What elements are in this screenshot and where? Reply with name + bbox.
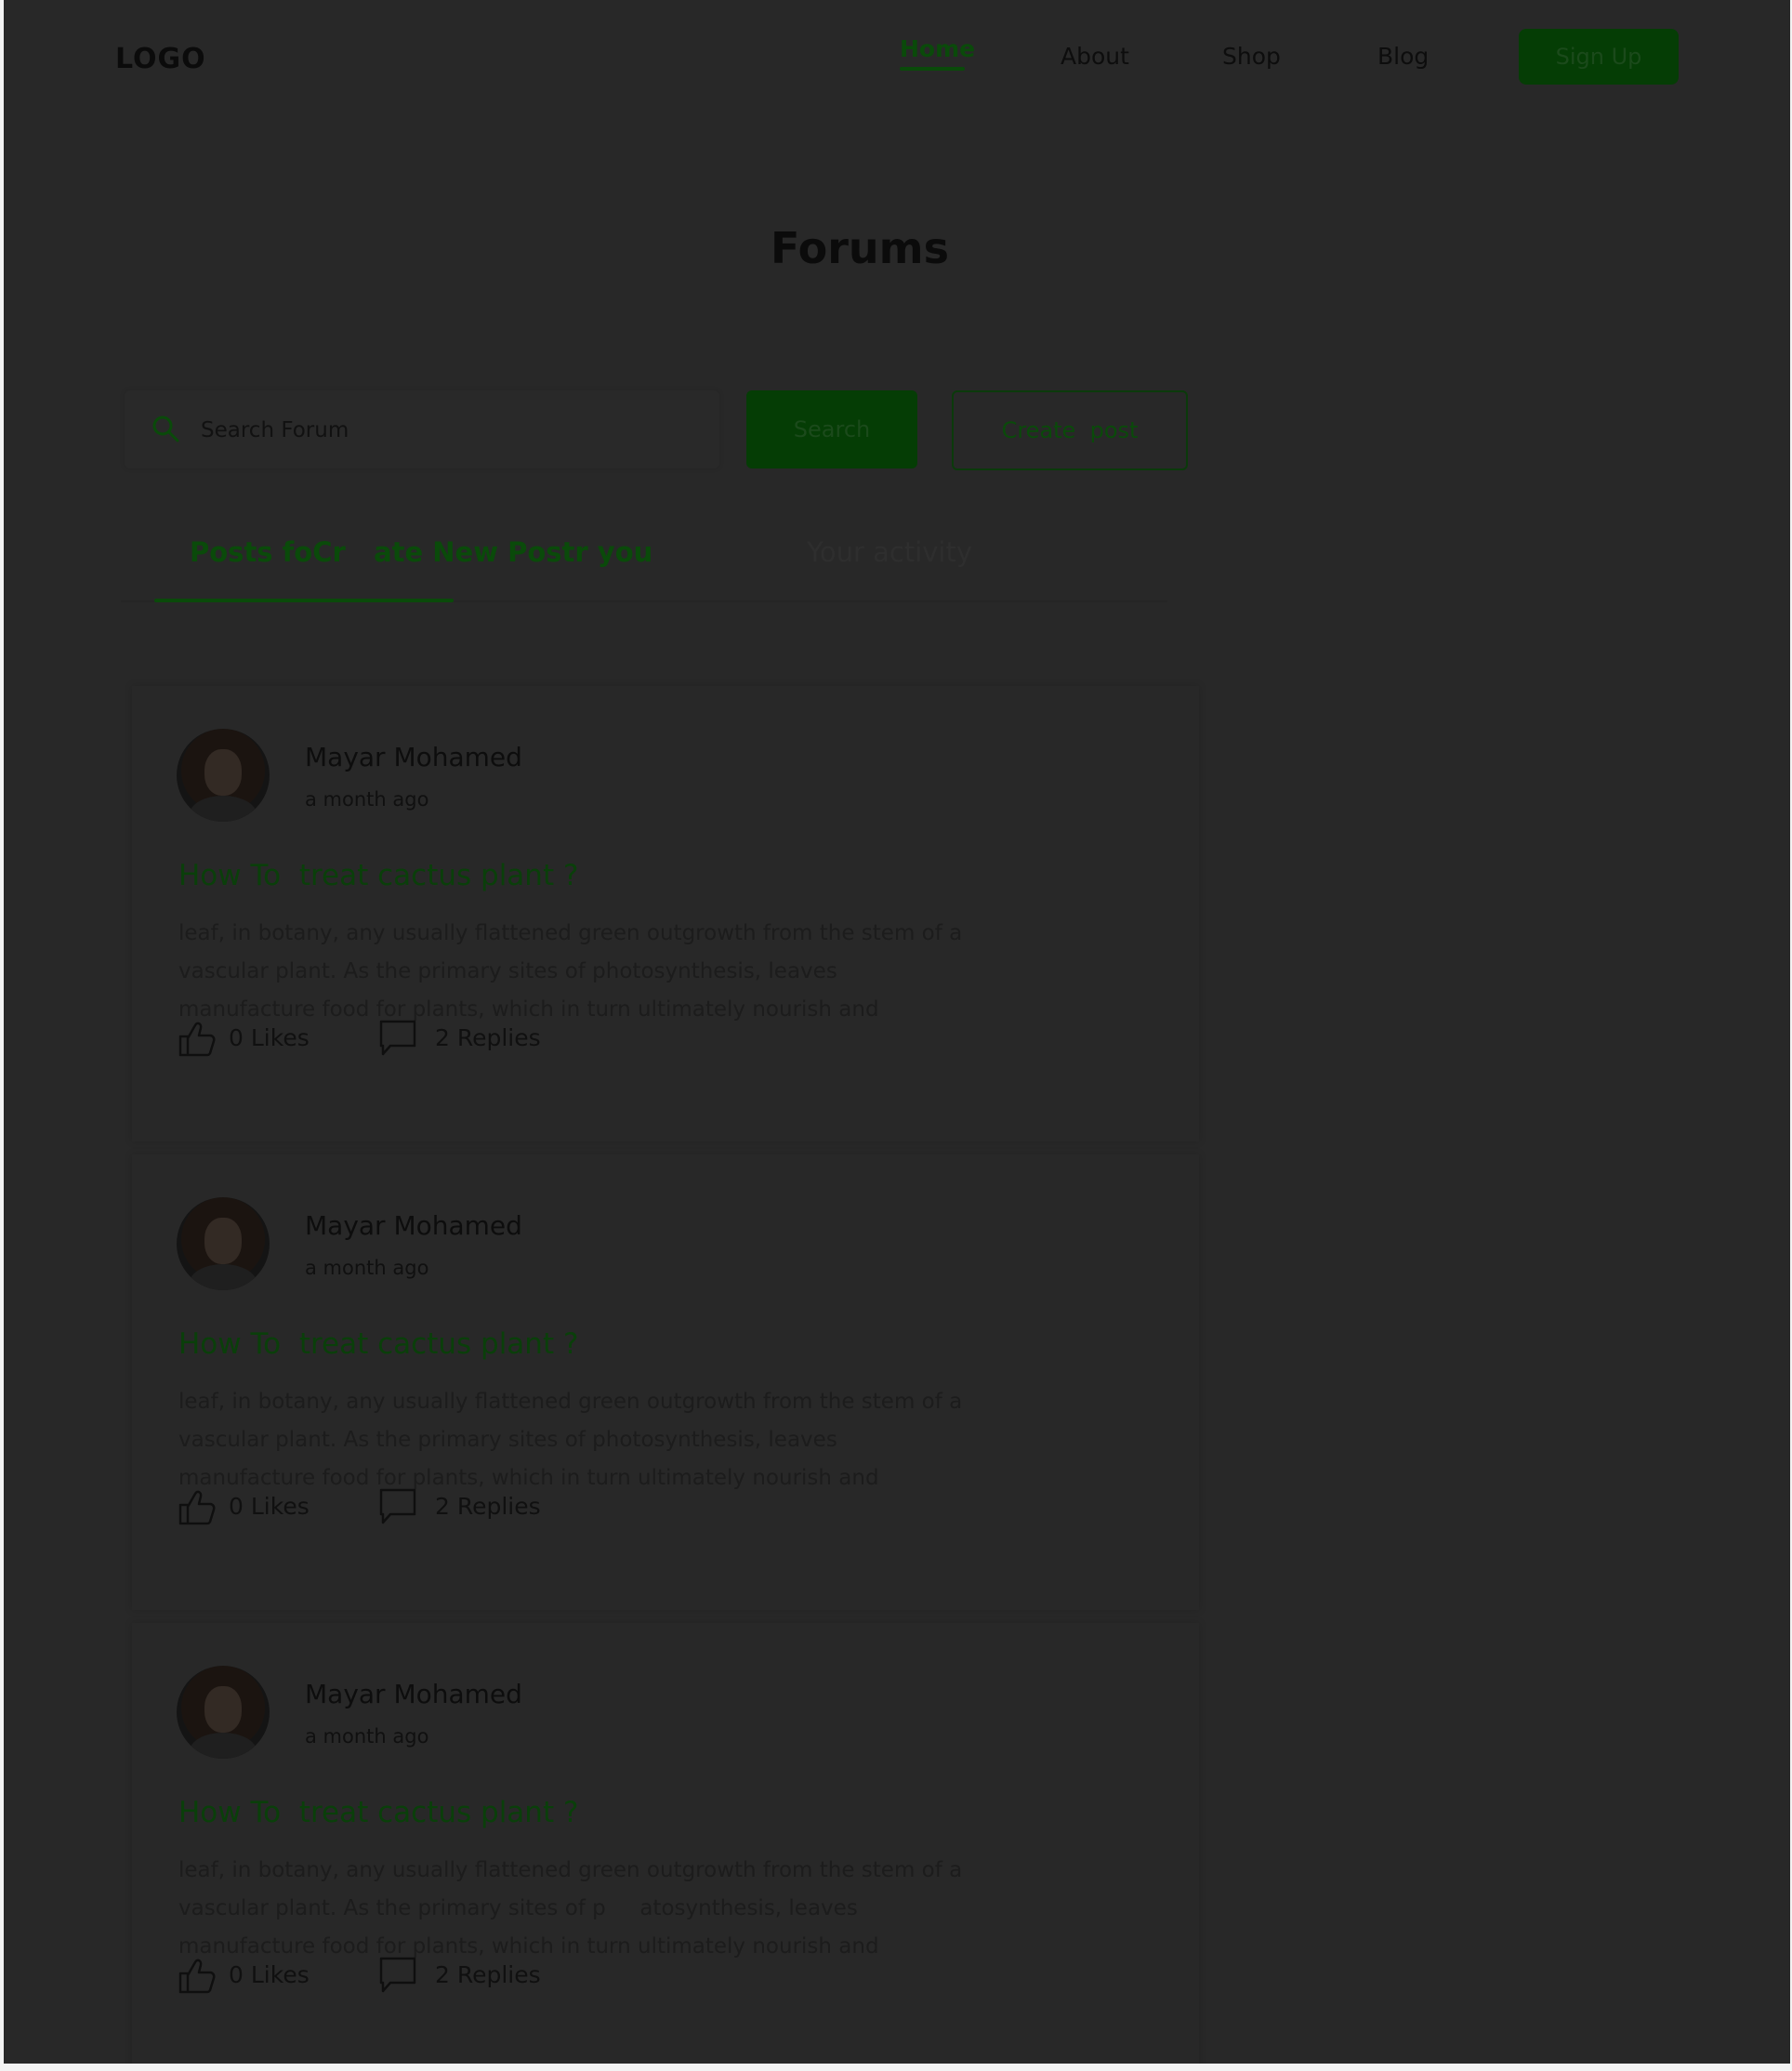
post-card[interactable]: Mayar Mohamed a month ago How To treat c… — [132, 1623, 1199, 2064]
logo[interactable]: LOGO — [115, 43, 206, 75]
nav-about[interactable]: About — [1061, 43, 1129, 70]
post-excerpt: leaf, in botany, any usually flattened g… — [178, 921, 963, 1022]
nav-active-underline — [900, 67, 965, 71]
logo-text: LOGO — [115, 43, 206, 75]
replies-count[interactable]: 2 Replies — [435, 1024, 541, 1051]
page-title: Forums — [771, 223, 949, 273]
likes-count: 0 Likes — [229, 1961, 310, 1988]
post-author[interactable]: Mayar Mohamed — [305, 1679, 522, 1709]
thumbs-up-icon[interactable] — [177, 1018, 217, 1059]
post-card[interactable]: Mayar Mohamed a month ago How To treat c… — [132, 1154, 1199, 1610]
avatar[interactable] — [177, 1666, 270, 1759]
nav-shop[interactable]: Shop — [1222, 43, 1281, 70]
sign-up-button[interactable]: Sign Up — [1519, 29, 1679, 85]
post-title[interactable]: How To treat cactus plant ? — [178, 1327, 578, 1361]
post-excerpt: leaf, in botany, any usually flattened g… — [178, 1858, 969, 1959]
speech-bubble-icon[interactable] — [377, 1018, 418, 1059]
search-button-label: Search — [793, 416, 871, 442]
post-title[interactable]: How To treat cactus plant ? — [178, 1796, 578, 1829]
likes-count: 0 Likes — [229, 1493, 310, 1520]
page: LOGO Home About Shop Blog Sign Up Forums… — [4, 0, 1790, 2064]
post-author[interactable]: Mayar Mohamed — [305, 1210, 522, 1241]
post-title[interactable]: How To treat cactus plant ? — [178, 859, 578, 892]
nav-blog[interactable]: Blog — [1377, 43, 1429, 70]
thumbs-up-icon[interactable] — [177, 1486, 217, 1527]
post-time: a month ago — [305, 788, 429, 811]
speech-bubble-icon[interactable] — [377, 1955, 418, 1996]
avatar[interactable] — [177, 729, 270, 822]
post-author[interactable]: Mayar Mohamed — [305, 742, 522, 772]
nav-home[interactable]: Home — [900, 35, 975, 62]
speech-bubble-icon[interactable] — [377, 1486, 418, 1527]
post-time: a month ago — [305, 1257, 429, 1279]
active-tab-underline — [154, 599, 454, 602]
sign-up-label: Sign Up — [1555, 44, 1642, 70]
replies-count[interactable]: 2 Replies — [435, 1493, 541, 1520]
post-excerpt: leaf, in botany, any usually flattened g… — [178, 1390, 963, 1490]
create-post-label: Create post — [1001, 417, 1139, 443]
search-icon — [152, 416, 179, 442]
replies-count[interactable]: 2 Replies — [435, 1961, 541, 1988]
tab-posts-for-you[interactable]: Posts foCr ate New Postr you — [190, 536, 652, 568]
search-box[interactable] — [125, 390, 719, 468]
likes-count: 0 Likes — [229, 1024, 310, 1051]
post-card[interactable]: Mayar Mohamed a month ago How To treat c… — [132, 686, 1199, 1141]
thumbs-up-icon[interactable] — [177, 1955, 217, 1996]
search-input[interactable] — [199, 407, 686, 454]
tab-your-activity[interactable]: Your activity — [807, 536, 972, 568]
search-button[interactable]: Search — [746, 390, 917, 468]
create-post-button[interactable]: Create post — [952, 390, 1188, 470]
avatar[interactable] — [177, 1197, 270, 1290]
post-time: a month ago — [305, 1725, 429, 1748]
